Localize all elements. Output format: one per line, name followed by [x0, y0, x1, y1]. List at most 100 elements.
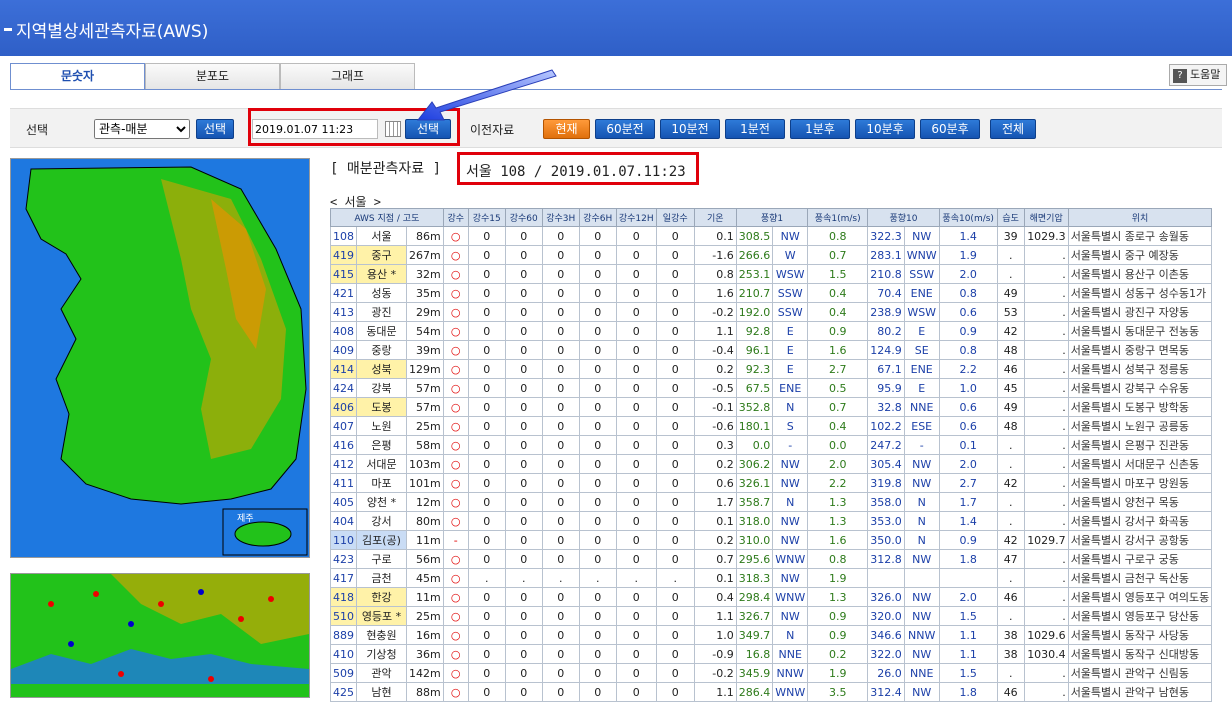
plus-60min-button[interactable]: 60분후	[920, 119, 980, 139]
cell-id[interactable]: 419	[330, 245, 357, 265]
minus-1min-button[interactable]: 1분전	[725, 119, 785, 139]
cell-name[interactable]: 마포	[356, 473, 407, 493]
cell-id[interactable]: 421	[330, 283, 357, 303]
table-row[interactable]: 425 남현 88m ○ 0 0 0 0 0 0 1.1 286.4 WNW 3.5 312.4 NW 1.8 4…	[330, 682, 1213, 702]
col-header[interactable]: 강수	[442, 208, 469, 227]
cell-id[interactable]: 408	[330, 321, 357, 341]
table-row[interactable]: 889 현충원 16m ○ 0 0 0 0 0 0 1.0 349.7 N 0.9 346.6 NNW 1.1 3…	[330, 625, 1213, 645]
plus-1min-button[interactable]: 1분후	[790, 119, 850, 139]
cell-name[interactable]: 노원	[356, 416, 407, 436]
table-row[interactable]: 404 강서 80m ○ 0 0 0 0 0 0 0.1 318.0 NW 1.3 353.0 N 1.4.. 서…	[330, 511, 1213, 531]
cell-id[interactable]: 510	[330, 606, 357, 626]
cell-id[interactable]: 410	[330, 644, 357, 664]
table-row[interactable]: 414 성북 129m ○ 0 0 0 0 0 0 0.2 92.3 E 2.7 67.1 ENE 2.2 46.…	[330, 359, 1213, 379]
col-header[interactable]: 기온	[693, 208, 737, 227]
col-header[interactable]: 위치	[1067, 208, 1213, 227]
cell-id[interactable]: 889	[330, 625, 357, 645]
table-row[interactable]: 407 노원 25m ○ 0 0 0 0 0 0 -0.6 180.1 S 0.4 102.2 ESE 0.6 4…	[330, 416, 1213, 436]
table-row[interactable]: 417 금천 45m ○...... 0.1 318.3 NW 1.9.. 서울특별시 금천구 …	[330, 568, 1213, 588]
mode-select[interactable]: 관측-매분	[94, 119, 190, 139]
minus-60min-button[interactable]: 60분전	[595, 119, 655, 139]
cell-name[interactable]: 한강	[356, 587, 407, 607]
col-header[interactable]: 풍속1(m/s)	[807, 208, 869, 227]
table-row[interactable]: 510 영등포 * 25m ○ 0 0 0 0 0 0 1.1 326.7 NW 0.9 320.0 NW 1.…	[330, 606, 1213, 626]
col-header[interactable]: 강수3H	[541, 208, 580, 227]
cell-id[interactable]: 110	[330, 530, 357, 550]
table-row[interactable]: 421 성동 35m ○ 0 0 0 0 0 0 1.6 210.7 SSW 0.4 70.4 ENE 0.8 4…	[330, 283, 1213, 303]
cell-name[interactable]: 김포(공)	[356, 530, 407, 550]
tab-numbers[interactable]: 문숫자	[10, 63, 145, 90]
cell-name[interactable]: 양천 *	[356, 492, 407, 512]
cell-name[interactable]: 관악	[356, 663, 407, 683]
cell-id[interactable]: 424	[330, 378, 357, 398]
cell-name[interactable]: 남현	[356, 682, 407, 702]
tab-graph[interactable]: 그래프	[280, 63, 415, 89]
seoul-map[interactable]	[10, 573, 310, 698]
table-row[interactable]: 418 한강 11m ○ 0 0 0 0 0 0 0.4 298.4 WNW 1.3 326.0 NW 2.0 4…	[330, 587, 1213, 607]
cell-name[interactable]: 서울	[356, 226, 407, 246]
col-header[interactable]: 일강수	[655, 208, 695, 227]
cell-name[interactable]: 도봉	[356, 397, 407, 417]
cell-name[interactable]: 광진	[356, 302, 407, 322]
cell-id[interactable]: 413	[330, 302, 357, 322]
cell-name[interactable]: 중랑	[356, 340, 407, 360]
table-row[interactable]: 413 광진 29m ○ 0 0 0 0 0 0 -0.2 192.0 SSW 0.4 238.9 WSW 0.…	[330, 302, 1213, 322]
cell-name[interactable]: 강북	[356, 378, 407, 398]
cell-id[interactable]: 407	[330, 416, 357, 436]
col-header[interactable]: 강수12H	[615, 208, 657, 227]
col-header[interactable]: AWS 지점 / 고도	[330, 208, 444, 227]
cell-id[interactable]: 417	[330, 568, 357, 588]
cell-id[interactable]: 411	[330, 473, 357, 493]
cell-name[interactable]: 성동	[356, 283, 407, 303]
cell-name[interactable]: 금천	[356, 568, 407, 588]
cell-name[interactable]: 성북	[356, 359, 407, 379]
cell-id[interactable]: 406	[330, 397, 357, 417]
korea-map[interactable]: 제주	[10, 158, 310, 558]
cell-name[interactable]: 현충원	[356, 625, 407, 645]
col-header[interactable]: 강수60	[504, 208, 543, 227]
col-header[interactable]: 풍속10(m/s)	[938, 208, 998, 227]
table-row[interactable]: 406 도봉 57m ○ 0 0 0 0 0 0 -0.1 352.8 N 0.7 32.8 NNE 0.6 49…	[330, 397, 1213, 417]
cell-id[interactable]: 416	[330, 435, 357, 455]
table-row[interactable]: 415 용산 * 32m ○ 0 0 0 0 0 0 0.8 253.1 WSW 1.5 210.8 SSW 2…	[330, 264, 1213, 284]
help-button[interactable]: ? 도움말	[1169, 64, 1227, 86]
table-row[interactable]: 419 중구 267m ○ 0 0 0 0 0 0 -1.6 266.6 W 0.7 283.1 WNW 1.9…	[330, 245, 1213, 265]
table-row[interactable]: 408 동대문 54m ○ 0 0 0 0 0 0 1.1 92.8 E 0.9 80.2 E 0.9 42. 서울…	[330, 321, 1213, 341]
cell-id[interactable]: 418	[330, 587, 357, 607]
cell-name[interactable]: 중구	[356, 245, 407, 265]
cell-id[interactable]: 108	[330, 226, 357, 246]
col-header[interactable]: 강수15	[467, 208, 506, 227]
table-row[interactable]: 411 마포 101m ○ 0 0 0 0 0 0 0.6 326.1 NW 2.2 319.8 NW 2.7 4…	[330, 473, 1213, 493]
cell-name[interactable]: 동대문	[356, 321, 407, 341]
table-row[interactable]: 108 서울 86m ○ 0 0 0 0 0 0 0.1 308.5 NW 0.8 322.3 NW 1.4 39…	[330, 226, 1213, 246]
col-header[interactable]: 해면기압	[1023, 208, 1069, 227]
cell-id[interactable]: 423	[330, 549, 357, 569]
cell-name[interactable]: 용산 *	[356, 264, 407, 284]
cell-id[interactable]: 409	[330, 340, 357, 360]
cell-id[interactable]: 425	[330, 682, 357, 702]
table-row[interactable]: 416 은평 58m ○ 0 0 0 0 0 0 0.3 0.0-0.0 247.2-0.1.. 서울특별…	[330, 435, 1213, 455]
cell-id[interactable]: 404	[330, 511, 357, 531]
cell-id[interactable]: 412	[330, 454, 357, 474]
cell-name[interactable]: 영등포 *	[356, 606, 407, 626]
cell-name[interactable]: 서대문	[356, 454, 407, 474]
cell-name[interactable]: 은평	[356, 435, 407, 455]
cell-id[interactable]: 414	[330, 359, 357, 379]
select-button[interactable]: 선택	[196, 119, 234, 139]
cell-name[interactable]: 강서	[356, 511, 407, 531]
table-row[interactable]: 410 기상청 36m ○ 0 0 0 0 0 0 -0.9 16.8 NNE 0.2 322.0 NW 1.1…	[330, 644, 1213, 664]
col-header[interactable]: 강수6H	[578, 208, 617, 227]
cell-id[interactable]: 405	[330, 492, 357, 512]
plus-10min-button[interactable]: 10분후	[855, 119, 915, 139]
table-row[interactable]: 423 구로 56m ○ 0 0 0 0 0 0 0.7 295.6 WNW 0.8 312.8 NW 1.8 4…	[330, 549, 1213, 569]
tab-distribution[interactable]: 분포도	[145, 63, 280, 89]
minus-10min-button[interactable]: 10분전	[660, 119, 720, 139]
table-row[interactable]: 405 양천 * 12m ○ 0 0 0 0 0 0 1.7 358.7 N 1.3 358.0 N 1.7..…	[330, 492, 1213, 512]
all-button[interactable]: 전체	[990, 119, 1036, 139]
cell-name[interactable]: 기상청	[356, 644, 407, 664]
table-row[interactable]: 412 서대문 103m ○ 0 0 0 0 0 0 0.2 306.2 NW 2.0 305.4 NW 2.0…	[330, 454, 1213, 474]
col-header[interactable]: 습도	[996, 208, 1025, 227]
cell-id[interactable]: 509	[330, 663, 357, 683]
table-row[interactable]: 424 강북 57m ○ 0 0 0 0 0 0 -0.5 67.5 ENE 0.5 95.9 E 1.0 45.…	[330, 378, 1213, 398]
col-header[interactable]: 풍향1	[735, 208, 809, 227]
